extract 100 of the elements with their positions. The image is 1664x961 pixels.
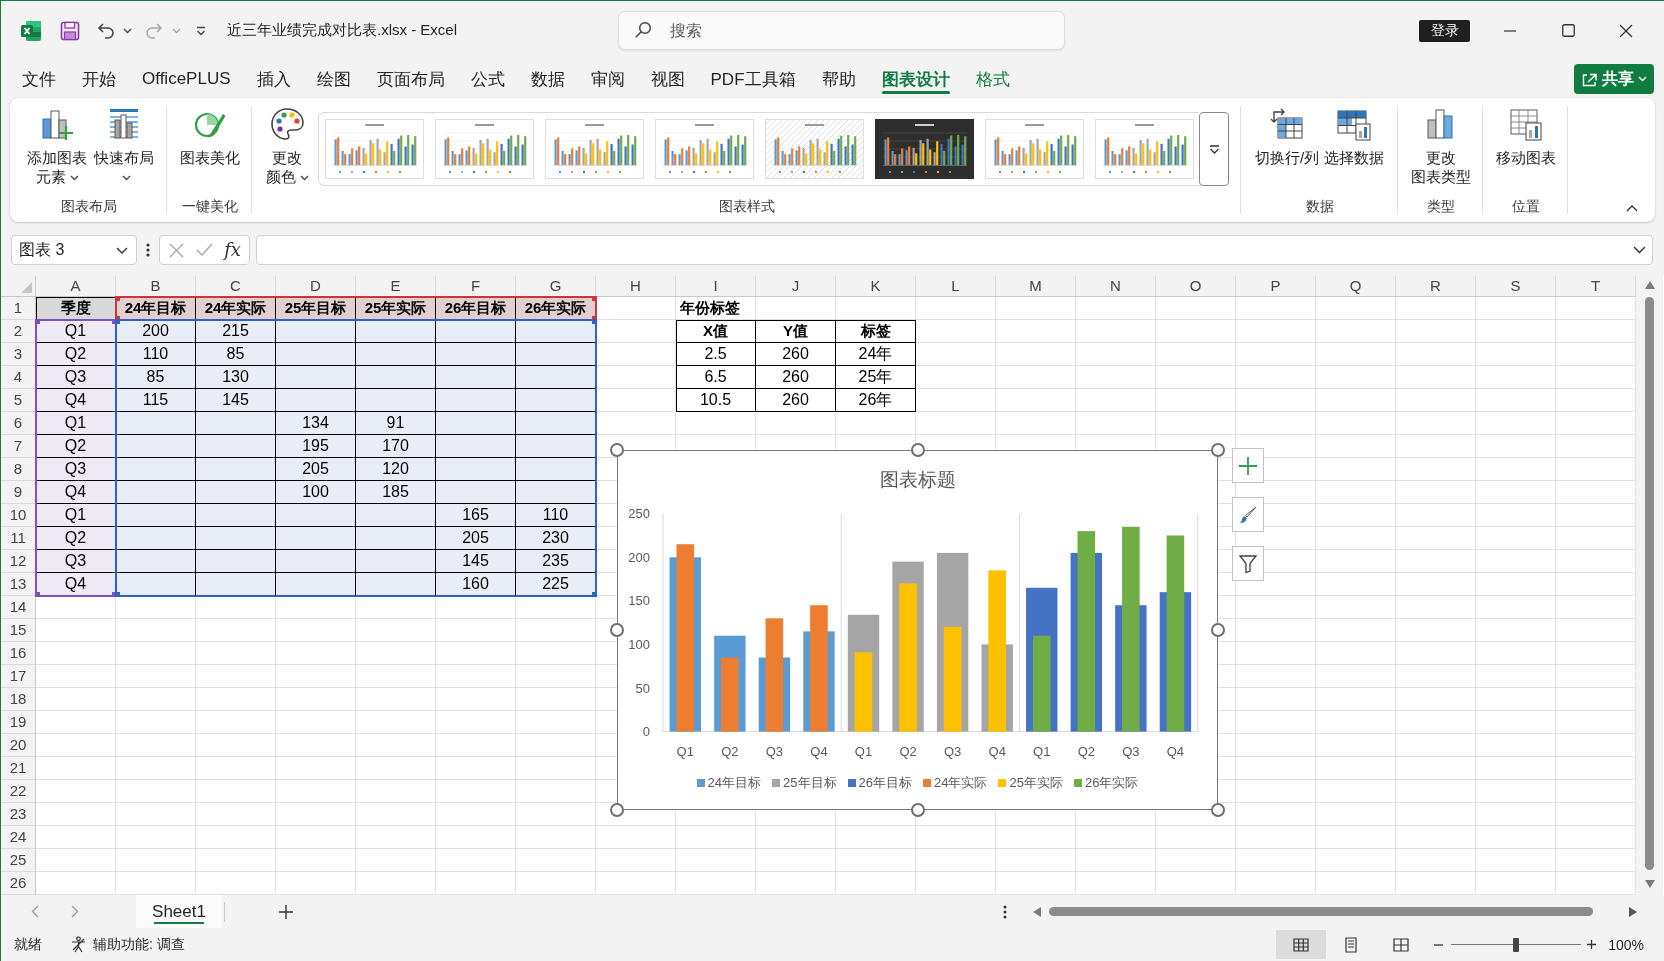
plus-icon[interactable] xyxy=(279,904,293,919)
ribbon-button[interactable]: 更改 图表类型 xyxy=(1404,104,1477,186)
column-header[interactable]: R xyxy=(1396,276,1476,297)
row-header[interactable]: 16 xyxy=(1,642,36,665)
row-header[interactable]: 7 xyxy=(1,435,36,458)
chevron-left-icon[interactable] xyxy=(31,905,39,918)
row-header[interactable]: 13 xyxy=(1,573,36,596)
row-header[interactable]: 4 xyxy=(1,366,36,389)
view-button[interactable] xyxy=(1276,930,1327,959)
row-header[interactable]: 17 xyxy=(1,665,36,688)
scroll-right-icon[interactable] xyxy=(1629,906,1637,917)
chevron-right-icon[interactable] xyxy=(71,905,79,918)
ribbon-tab[interactable]: 公式 xyxy=(457,60,518,98)
ribbon-tab[interactable]: 审阅 xyxy=(577,60,638,98)
save-icon[interactable] xyxy=(60,20,80,41)
ribbon-button[interactable]: 更改 颜色 xyxy=(262,104,312,186)
undo-icon[interactable] xyxy=(96,20,116,41)
column-header[interactable]: T xyxy=(1556,276,1636,297)
name-box[interactable]: 图表 3 xyxy=(11,235,137,265)
chart-style-thumbnail[interactable] xyxy=(875,119,974,179)
scroll-down-icon[interactable] xyxy=(1644,880,1655,888)
chart-styles-button[interactable] xyxy=(1232,497,1264,532)
column-header[interactable]: P xyxy=(1236,276,1316,297)
row-header[interactable]: 1 xyxy=(1,297,36,320)
row-header[interactable]: 8 xyxy=(1,458,36,481)
column-header[interactable]: I xyxy=(676,276,756,297)
ribbon-tab[interactable]: 帮助 xyxy=(808,60,869,98)
scroll-up-icon[interactable] xyxy=(1644,281,1655,289)
row-header[interactable]: 21 xyxy=(1,757,36,780)
row-header[interactable]: 23 xyxy=(1,803,36,826)
row-header[interactable]: 15 xyxy=(1,619,36,642)
zoom-in-icon[interactable] xyxy=(1587,940,1597,949)
column-header[interactable]: E xyxy=(356,276,436,297)
column-header[interactable]: C xyxy=(196,276,276,297)
ribbon-button[interactable]: 快速布局 xyxy=(91,104,157,186)
ribbon-tab[interactable]: 格式 xyxy=(962,60,1023,98)
ribbon-tab[interactable]: 数据 xyxy=(517,60,578,98)
ribbon-tab[interactable]: 页面布局 xyxy=(363,60,458,98)
ribbon-tab[interactable]: 开始 xyxy=(69,60,129,98)
sign-in-button[interactable]: 登录 xyxy=(1419,19,1470,42)
column-header[interactable]: D xyxy=(276,276,356,297)
ribbon-tab[interactable]: PDF工具箱 xyxy=(697,60,809,98)
cancel-icon[interactable] xyxy=(169,242,184,258)
ribbon-button[interactable]: 图表美化 xyxy=(173,104,246,167)
row-header[interactable]: 10 xyxy=(1,504,36,527)
scrollbar-thumb[interactable] xyxy=(1644,297,1654,870)
scroll-left-icon[interactable] xyxy=(1033,906,1041,917)
row-header[interactable]: 9 xyxy=(1,481,36,504)
row-header[interactable]: 14 xyxy=(1,596,36,619)
column-header[interactable]: S xyxy=(1476,276,1556,297)
insert-function-button[interactable]: fx xyxy=(224,239,241,261)
accessibility-icon[interactable] xyxy=(70,936,87,953)
row-header[interactable]: 19 xyxy=(1,711,36,734)
ribbon-button[interactable]: 添加图表 元素 xyxy=(24,104,90,186)
zoom-level[interactable]: 100% xyxy=(1608,936,1644,953)
more-styles-button[interactable] xyxy=(1199,112,1229,186)
row-header[interactable]: 6 xyxy=(1,412,36,435)
zoom-slider[interactable] xyxy=(1451,937,1582,952)
chart-panel[interactable]: 图表标题 0 50 100 150 200 250 Q1 Q2 Q3 Q4 Q1 Q2 Q3 Q4 Q1 Q2 Q3 Q4 24年目标 25年目标 26年目标 24年实际 25年实际 26年实际 xyxy=(617,450,1218,810)
column-header[interactable]: F xyxy=(436,276,516,297)
column-header[interactable]: G xyxy=(516,276,596,297)
zoom-out-icon[interactable] xyxy=(1434,943,1444,946)
column-header[interactable]: Q xyxy=(1316,276,1396,297)
row-header[interactable]: 26 xyxy=(1,872,36,895)
row-header[interactable]: 18 xyxy=(1,688,36,711)
slider-thumb[interactable] xyxy=(1513,937,1520,952)
search-field[interactable]: 搜索 xyxy=(618,11,1065,50)
formula-input[interactable] xyxy=(256,235,1653,265)
column-header[interactable]: J xyxy=(756,276,836,297)
column-header[interactable]: B xyxy=(116,276,196,297)
row-header[interactable]: 25 xyxy=(1,849,36,872)
ribbon-tab[interactable]: 插入 xyxy=(243,60,304,98)
expand-caret-icon[interactable] xyxy=(1633,246,1646,254)
accessibility-status[interactable]: 辅助功能: 调查 xyxy=(93,935,185,954)
customize-caret-icon[interactable] xyxy=(196,25,206,36)
row-header[interactable]: 22 xyxy=(1,780,36,803)
row-header[interactable]: 11 xyxy=(1,527,36,550)
row-header[interactable]: 24 xyxy=(1,826,36,849)
row-header[interactable]: 12 xyxy=(1,550,36,573)
row-header[interactable]: 3 xyxy=(1,343,36,366)
ribbon-tab[interactable]: 图表设计 xyxy=(868,60,963,98)
column-header[interactable]: N xyxy=(1076,276,1156,297)
ribbon-button[interactable]: 移动图表 xyxy=(1489,104,1562,167)
ribbon-button[interactable]: 切换行/列 xyxy=(1254,104,1320,167)
row-header[interactable]: 2 xyxy=(1,320,36,343)
share-button[interactable]: 共享 xyxy=(1574,64,1654,94)
collapse-ribbon-icon[interactable] xyxy=(1626,205,1638,212)
chart-filters-button[interactable] xyxy=(1232,546,1264,581)
column-header[interactable]: K xyxy=(836,276,916,297)
ribbon-tab[interactable]: OfficePLUS xyxy=(129,60,244,98)
ribbon-tab[interactable]: 视图 xyxy=(637,60,698,98)
scrollbar-thumb[interactable] xyxy=(1049,907,1593,916)
column-header[interactable]: M xyxy=(996,276,1076,297)
column-header[interactable]: H xyxy=(596,276,676,297)
row-header[interactable]: 5 xyxy=(1,389,36,412)
more-icon[interactable] xyxy=(146,242,150,258)
ribbon-tab[interactable]: 文件 xyxy=(9,60,69,98)
ribbon-button[interactable]: 选择数据 xyxy=(1321,104,1387,167)
more-icon[interactable] xyxy=(1003,904,1007,919)
chart-elements-button[interactable] xyxy=(1232,448,1264,483)
